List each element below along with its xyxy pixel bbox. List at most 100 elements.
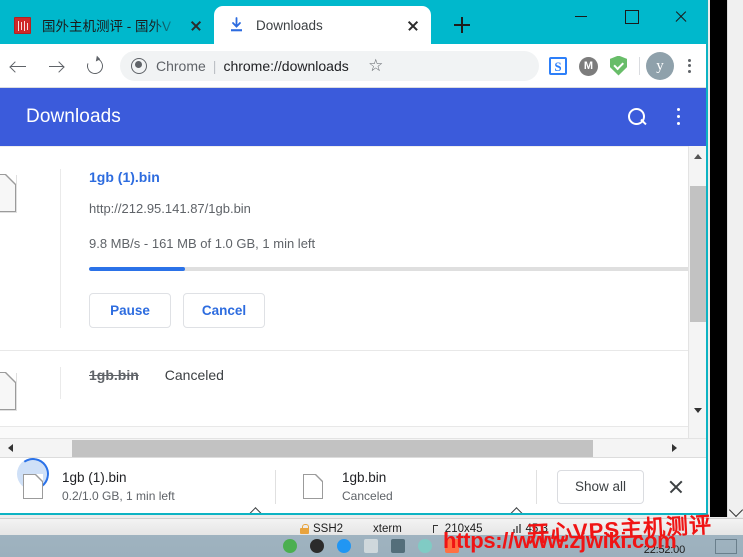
file-icon <box>23 474 43 499</box>
canceled-row: 1gb.bin Canceled <box>89 367 692 399</box>
chevron-up-icon <box>249 506 262 513</box>
windows-taskbar: 22:52:00 <box>0 535 743 557</box>
taskbar-clock: 22:52:00 <box>643 544 685 556</box>
taskbar-icon-gray[interactable] <box>391 539 405 553</box>
terminal-type-status: xterm <box>373 523 402 535</box>
address-bar[interactable]: Chrome | chrome://downloads ☆ <box>120 50 539 81</box>
lock-icon <box>300 523 309 534</box>
file-icon <box>0 372 16 410</box>
chrome-menu-button[interactable] <box>674 51 704 81</box>
ssh-protocol-status: SSH2 <box>300 523 343 535</box>
chevron-down-icon <box>693 408 702 413</box>
shelf-item-canceled[interactable]: 1gb.bin Canceled <box>276 458 536 513</box>
download-progress-fill <box>89 267 186 271</box>
download-shelf: 1gb (1).bin 0.2/1.0 GB, 1 min left 1gb.b… <box>0 457 706 513</box>
file-icon-wrapper <box>294 474 332 499</box>
back-button[interactable] <box>0 47 38 85</box>
horizontal-scrollbar[interactable] <box>0 438 706 457</box>
bookmark-star-icon[interactable]: ☆ <box>367 57 385 75</box>
download-file-icon-column <box>0 367 60 410</box>
download-progress-bar <box>89 267 690 271</box>
shelf-substatus: 0.2/1.0 GB, 1 min left <box>62 488 175 503</box>
vertical-scrollbar-thumb[interactable] <box>690 186 706 322</box>
horizontal-scrollbar-thumb[interactable] <box>72 440 593 457</box>
browser-toolbar: Chrome | chrome://downloads ☆ S M y <box>0 44 706 88</box>
omnibox-divider: | <box>212 57 217 74</box>
ssh-protocol-label: SSH2 <box>313 522 344 535</box>
adguard-extension-icon[interactable] <box>603 51 633 81</box>
scroll-left-button[interactable] <box>2 439 20 458</box>
downloads-header-actions <box>627 88 688 146</box>
page-title: Downloads <box>26 106 121 127</box>
close-window-button[interactable] <box>656 0 706 32</box>
shelf-item-active[interactable]: 1gb (1).bin 0.2/1.0 GB, 1 min left <box>0 458 275 513</box>
taskbar-icon-green[interactable] <box>283 539 297 553</box>
cancel-button[interactable]: Cancel <box>183 293 265 328</box>
taskbar-icon-group <box>283 535 459 557</box>
similarweb-glyph: S <box>549 56 567 75</box>
similarweb-extension-icon[interactable]: S <box>543 51 573 81</box>
black-edge-strip <box>710 0 727 517</box>
cursor-position-status: 45,3 <box>512 522 548 535</box>
tab-chinese-site[interactable]: 国外主机测评 - 国外V <box>0 6 214 44</box>
site-favicon-icon <box>14 16 31 34</box>
download-item-canceled: 1gb.bin Canceled <box>0 351 692 427</box>
close-shelf-button[interactable] <box>658 469 694 505</box>
right-side-panel <box>727 0 743 518</box>
taskbar-icon-orange[interactable] <box>445 539 459 553</box>
download-item-details: 1gb (1).bin http://212.95.141.87/1gb.bin… <box>60 169 692 328</box>
download-source-url: http://212.95.141.87/1gb.bin <box>89 201 251 216</box>
terminal-type-label: xterm <box>373 522 402 535</box>
chrome-page-icon <box>131 57 147 74</box>
screen: SSH2 xterm 210x45 45,3 22:52:00 国外主机测评 -… <box>0 0 743 557</box>
maximize-button[interactable] <box>606 0 656 32</box>
mega-extension-icon[interactable]: M <box>573 51 603 81</box>
taskbar-icon-light[interactable] <box>364 539 378 553</box>
shelf-substatus: Canceled <box>342 488 393 503</box>
cursor-position-label: 45,3 <box>525 522 548 535</box>
resize-icon <box>432 524 441 534</box>
chevron-left-icon <box>8 443 13 452</box>
show-all-button[interactable]: Show all <box>557 469 645 504</box>
search-icon[interactable] <box>627 107 648 128</box>
vertical-scrollbar[interactable] <box>688 146 706 438</box>
minimize-button[interactable] <box>556 0 606 32</box>
browser-titlebar: 国外主机测评 - 国外V Downloads <box>0 0 706 44</box>
forward-button[interactable] <box>38 47 76 85</box>
window-controls <box>556 0 706 32</box>
tab-title: Downloads <box>256 17 323 33</box>
chevron-up-icon <box>693 154 702 159</box>
reload-button[interactable] <box>76 47 114 85</box>
download-item-active: 1gb (1).bin http://212.95.141.87/1gb.bin… <box>0 146 692 351</box>
download-filename-link[interactable]: 1gb (1).bin <box>89 169 692 185</box>
close-icon[interactable] <box>403 15 423 35</box>
tab-downloads[interactable]: Downloads <box>214 6 431 44</box>
shelf-filename: 1gb (1).bin <box>62 469 127 485</box>
shield-check-icon <box>610 55 627 76</box>
download-filename-link[interactable]: 1gb.bin <box>89 367 139 383</box>
mega-glyph: M <box>579 56 598 76</box>
downloads-menu-button[interactable] <box>668 106 688 128</box>
scroll-down-button[interactable] <box>689 402 706 420</box>
download-file-icon-column <box>0 169 60 212</box>
scroll-up-button[interactable] <box>689 148 706 166</box>
file-icon <box>0 174 16 212</box>
download-status-text: Canceled <box>164 367 224 383</box>
taskbar-icon-dark[interactable] <box>310 539 324 553</box>
taskbar-icon-teal[interactable] <box>418 539 432 553</box>
downloads-canvas: 1gb (1).bin http://212.95.141.87/1gb.bin… <box>0 146 692 438</box>
scroll-right-button[interactable] <box>666 439 684 458</box>
download-icon <box>228 16 245 34</box>
show-desktop-button[interactable] <box>715 539 737 554</box>
taskbar-icon-blue[interactable] <box>337 539 351 553</box>
downloads-list: 1gb (1).bin http://212.95.141.87/1gb.bin… <box>0 146 706 438</box>
close-icon[interactable] <box>186 15 206 35</box>
downloads-header: Downloads <box>0 88 706 146</box>
chevron-down-icon[interactable] <box>728 502 743 518</box>
download-action-buttons: Pause Cancel <box>89 293 692 328</box>
profile-avatar[interactable]: y <box>646 51 674 80</box>
download-item-details: 1gb.bin Canceled <box>60 367 692 399</box>
new-tab-button[interactable] <box>449 12 475 38</box>
tab-strip: 国外主机测评 - 国外V Downloads <box>0 0 431 44</box>
pause-button[interactable]: Pause <box>89 293 171 328</box>
